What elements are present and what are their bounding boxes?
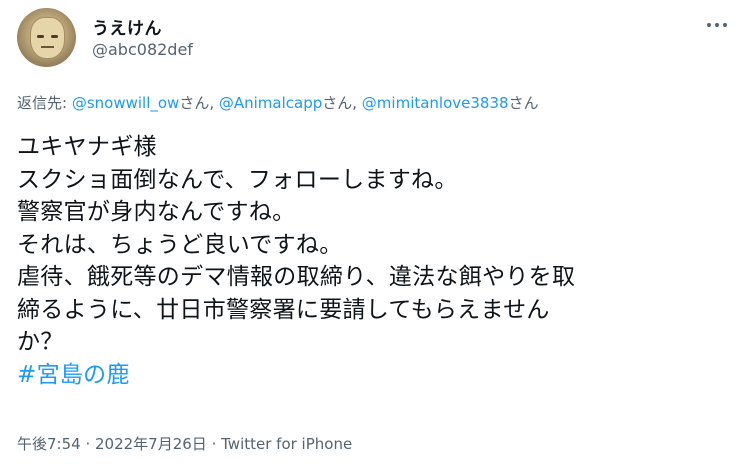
meta-separator: · — [206, 435, 222, 453]
tweet-text-line: ユキヤナギ様 — [17, 134, 157, 160]
avatar-eye — [51, 35, 58, 38]
tweet-text-line: 虐待、餓死等のデマ情報の取締り、違法な餌やりを取 — [17, 264, 576, 290]
tweet-text-line: 締るように、廿日市警察署に要請してもらえません — [17, 296, 550, 323]
tweet-text-line: か？ — [17, 329, 64, 355]
tweet-text-line: スクショ面倒なんで、フォローしますね。 — [17, 166, 458, 193]
more-horizontal-icon — [723, 23, 727, 27]
avatar-mouth — [41, 46, 54, 48]
tweet-timestamp-time[interactable]: 午後7:54 — [17, 435, 81, 453]
hashtag-link[interactable]: #宮島の鹿 — [17, 362, 130, 388]
meta-separator: · — [80, 435, 95, 453]
mention-suffix: さん, — [179, 94, 219, 112]
author-avatar[interactable] — [17, 8, 76, 67]
mention-link[interactable]: @snowwill_ow — [72, 94, 179, 112]
mention-link[interactable]: @Animalcapp — [219, 94, 322, 112]
more-horizontal-icon — [715, 23, 719, 27]
tweet-source-link[interactable]: Twitter for iPhone — [221, 435, 352, 453]
author-display-name[interactable]: うえけん — [92, 14, 162, 39]
avatar-face — [30, 17, 65, 59]
mention-link[interactable]: @mimitanlove3838 — [362, 94, 509, 112]
replying-to-line: 返信先: @snowwill_owさん, @Animalcappさん, @mim… — [17, 92, 539, 113]
mention-suffix: さん — [508, 94, 539, 112]
author-handle[interactable]: @abc082def — [92, 40, 193, 59]
tweet-timestamp-date[interactable]: 2022年7月26日 — [95, 435, 207, 453]
replying-to-prefix: 返信先: — [17, 94, 72, 112]
tweet-text-line: それは、ちょうど良いですね。 — [17, 231, 343, 258]
mention-suffix: さん, — [322, 94, 362, 112]
tweet-text: ユキヤナギ様 スクショ面倒なんで、フォローしますね。 警察官が身内なんですね。 … — [17, 131, 733, 391]
more-options-button[interactable] — [700, 10, 734, 40]
tweet-metadata: 午後7:54 · 2022年7月26日 · Twitter for iPhone — [17, 433, 352, 454]
more-horizontal-icon — [707, 23, 711, 27]
tweet: うえけん @abc082def 返信先: @snowwill_owさん, @An… — [0, 0, 750, 464]
avatar-eye — [37, 35, 44, 38]
tweet-text-line: 警察官が身内なんですね。 — [17, 199, 296, 225]
